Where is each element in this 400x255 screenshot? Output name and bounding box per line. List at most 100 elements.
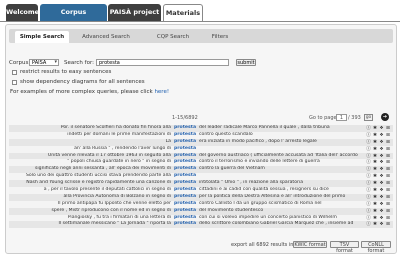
info-icon[interactable]: ⓘ bbox=[366, 222, 371, 227]
info-icon[interactable]: ⓘ bbox=[366, 174, 371, 179]
subtab-simple-search[interactable]: Simple Search bbox=[15, 31, 69, 43]
keyword[interactable]: protesta bbox=[174, 194, 196, 201]
right-context: con cui si volevo impedire un concerto p… bbox=[199, 214, 337, 220]
extend-icon[interactable]: ⊞ bbox=[386, 167, 391, 172]
extend-icon[interactable]: ⊞ bbox=[386, 202, 391, 207]
tree-icon[interactable]: ❖ bbox=[379, 140, 384, 145]
corpus-select[interactable]: PAISA ▾ bbox=[29, 59, 59, 66]
info-icon[interactable]: ⓘ bbox=[366, 209, 371, 214]
tree-icon[interactable]: ❖ bbox=[379, 167, 384, 172]
keyword[interactable]: protesta bbox=[174, 187, 196, 194]
tree-icon[interactable]: ❖ bbox=[379, 133, 384, 138]
keyword[interactable]: protesta bbox=[174, 208, 196, 215]
gear-icon[interactable]: ✱ bbox=[373, 181, 378, 186]
extend-icon[interactable]: ⊞ bbox=[386, 209, 391, 214]
gear-icon[interactable]: ✱ bbox=[373, 174, 378, 179]
tree-icon[interactable]: ❖ bbox=[379, 216, 384, 221]
tree-icon[interactable]: ❖ bbox=[379, 181, 384, 186]
subtab-advanced-search[interactable]: Advanced Search bbox=[75, 31, 137, 43]
info-icon[interactable]: ⓘ bbox=[366, 160, 371, 165]
tab-materials[interactable]: Materials bbox=[163, 4, 203, 22]
info-icon[interactable]: ⓘ bbox=[366, 140, 371, 145]
conll-format-button[interactable]: CoNLL format bbox=[361, 241, 391, 254]
gear-icon[interactable]: ✱ bbox=[373, 154, 378, 159]
info-icon[interactable]: ⓘ bbox=[366, 202, 371, 207]
extend-icon[interactable]: ⊞ bbox=[386, 147, 391, 152]
extend-icon[interactable]: ⊞ bbox=[386, 140, 391, 145]
keyword[interactable]: protesta bbox=[174, 201, 196, 208]
info-icon[interactable]: ⓘ bbox=[366, 133, 371, 138]
info-icon[interactable]: ⓘ bbox=[366, 181, 371, 186]
go-button[interactable]: go bbox=[364, 114, 373, 121]
info-icon[interactable]: ⓘ bbox=[366, 216, 371, 221]
kwic-format-button[interactable]: KWIC format bbox=[293, 241, 327, 248]
extend-icon[interactable]: ⊞ bbox=[386, 133, 391, 138]
keyword[interactable]: protesta bbox=[174, 221, 196, 228]
extend-icon[interactable]: ⊞ bbox=[386, 188, 391, 193]
info-icon[interactable]: ⓘ bbox=[366, 147, 371, 152]
gear-icon[interactable]: ✱ bbox=[373, 133, 378, 138]
examples-hint-text: For examples of more complex queries, pl… bbox=[10, 89, 155, 95]
info-icon[interactable]: ⓘ bbox=[366, 195, 371, 200]
easy-sentences-checkbox[interactable] bbox=[12, 70, 17, 75]
tree-icon[interactable]: ❖ bbox=[379, 126, 384, 131]
keyword[interactable]: protesta bbox=[174, 153, 196, 160]
keyword[interactable]: protesta bbox=[174, 180, 196, 187]
gear-icon[interactable]: ✱ bbox=[373, 140, 378, 145]
dependency-diagrams-checkbox[interactable] bbox=[12, 80, 17, 85]
gear-icon[interactable]: ✱ bbox=[373, 216, 378, 221]
keyword[interactable]: protesta bbox=[174, 146, 196, 153]
extend-icon[interactable]: ⊞ bbox=[386, 222, 391, 227]
keyword[interactable]: protesta bbox=[174, 166, 196, 173]
submit-button[interactable]: submit bbox=[236, 59, 256, 66]
gear-icon[interactable]: ✱ bbox=[373, 126, 378, 131]
info-icon[interactable]: ⓘ bbox=[366, 154, 371, 159]
extend-icon[interactable]: ⊞ bbox=[386, 160, 391, 165]
extend-icon[interactable]: ⊞ bbox=[386, 174, 391, 179]
tab-paisa-project[interactable]: PAISÀ project bbox=[108, 4, 161, 21]
tree-icon[interactable]: ❖ bbox=[379, 174, 384, 179]
table-row: Il settimanale messicano " La Jornada " … bbox=[9, 221, 393, 229]
tree-icon[interactable]: ❖ bbox=[379, 222, 384, 227]
tree-icon[interactable]: ❖ bbox=[379, 195, 384, 200]
keyword[interactable]: protesta bbox=[174, 125, 196, 132]
info-icon[interactable]: ⓘ bbox=[366, 188, 371, 193]
tree-icon[interactable]: ❖ bbox=[379, 147, 384, 152]
next-page-icon[interactable]: ➔ bbox=[381, 113, 389, 121]
keyword[interactable]: protesta bbox=[174, 159, 196, 166]
table-row: Solo uno dei quattro studenti uccisi sta… bbox=[9, 173, 393, 181]
tree-icon[interactable]: ❖ bbox=[379, 154, 384, 159]
info-icon[interactable]: ⓘ bbox=[366, 167, 371, 172]
examples-link[interactable]: here! bbox=[154, 89, 169, 95]
keyword[interactable]: protesta bbox=[174, 215, 196, 222]
search-input[interactable]: protesta bbox=[96, 59, 229, 66]
extend-icon[interactable]: ⊞ bbox=[386, 216, 391, 221]
keyword[interactable]: protesta bbox=[174, 132, 196, 139]
gear-icon[interactable]: ✱ bbox=[373, 195, 378, 200]
subtab-filters[interactable]: Filters bbox=[205, 31, 235, 43]
page-number-input[interactable]: 1 bbox=[336, 114, 347, 121]
keyword[interactable]: protesta bbox=[174, 173, 196, 180]
gear-icon[interactable]: ✱ bbox=[373, 202, 378, 207]
tree-icon[interactable]: ❖ bbox=[379, 188, 384, 193]
extend-icon[interactable]: ⊞ bbox=[386, 195, 391, 200]
info-icon[interactable]: ⓘ bbox=[366, 126, 371, 131]
extend-icon[interactable]: ⊞ bbox=[386, 154, 391, 159]
gear-icon[interactable]: ✱ bbox=[373, 188, 378, 193]
tab-corpus[interactable]: Corpus dell'Italiano bbox=[40, 4, 107, 33]
extend-icon[interactable]: ⊞ bbox=[386, 126, 391, 131]
table-row: Por. il senatore Scolfieri ha donato fin… bbox=[9, 125, 393, 132]
subtab-cqp-search[interactable]: CQP Search bbox=[147, 31, 199, 43]
gear-icon[interactable]: ✱ bbox=[373, 147, 378, 152]
tree-icon[interactable]: ❖ bbox=[379, 160, 384, 165]
keyword[interactable]: protesta bbox=[174, 139, 196, 146]
gear-icon[interactable]: ✱ bbox=[373, 222, 378, 227]
gear-icon[interactable]: ✱ bbox=[373, 167, 378, 172]
tree-icon[interactable]: ❖ bbox=[379, 209, 384, 214]
extend-icon[interactable]: ⊞ bbox=[386, 181, 391, 186]
tsv-format-button[interactable]: TSV format bbox=[330, 241, 359, 254]
tab-welcome[interactable]: Welcome bbox=[6, 4, 39, 21]
tree-icon[interactable]: ❖ bbox=[379, 202, 384, 207]
gear-icon[interactable]: ✱ bbox=[373, 209, 378, 214]
gear-icon[interactable]: ✱ bbox=[373, 160, 378, 165]
